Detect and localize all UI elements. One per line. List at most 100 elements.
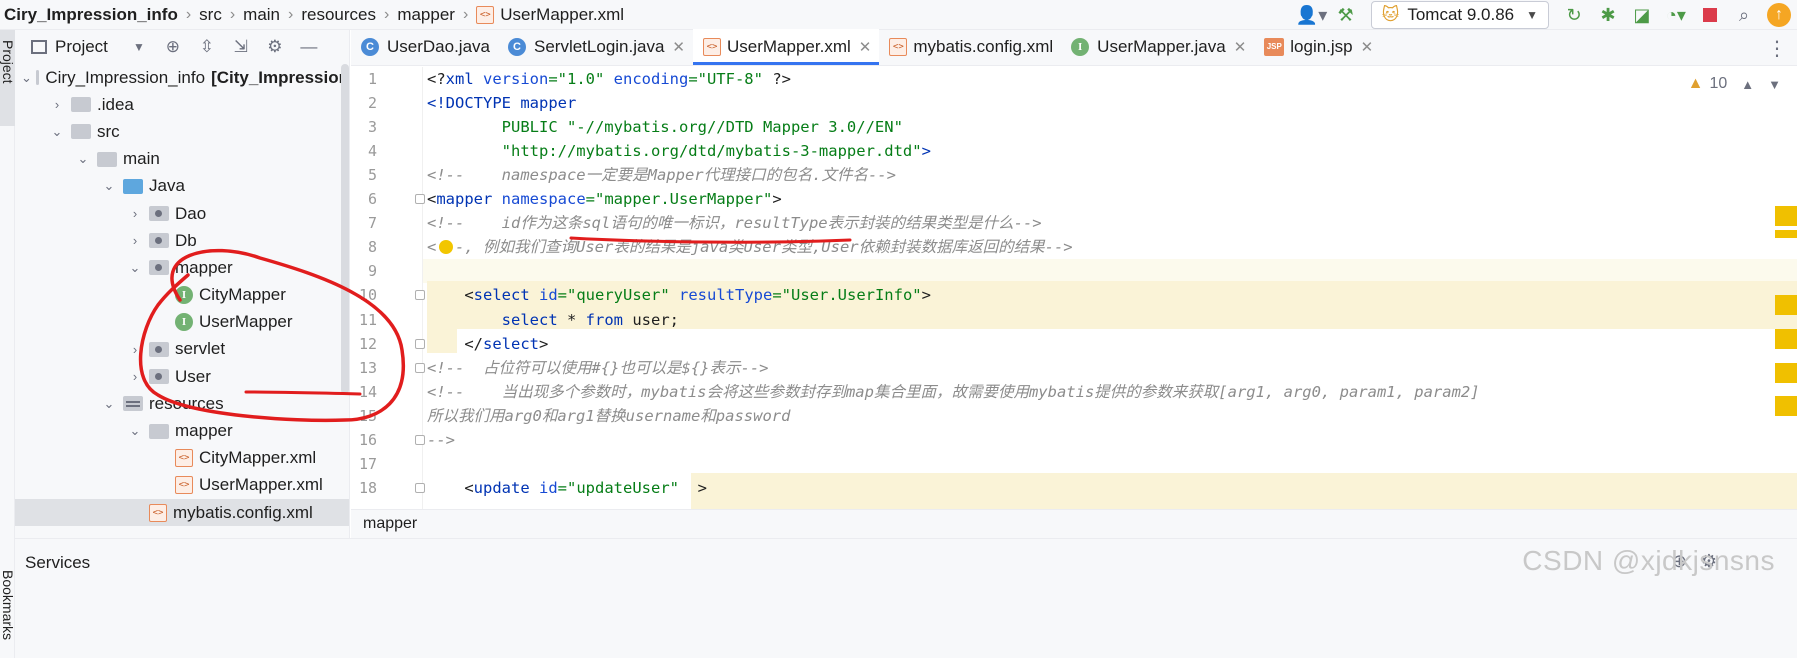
fold-toggle-icon[interactable]	[415, 338, 425, 349]
breadcrumb-mapper[interactable]: mapper	[393, 0, 463, 30]
chevron-up-icon[interactable]: ▲	[1741, 77, 1754, 92]
breadcrumb-project[interactable]: Ciry_Impression_info	[0, 0, 186, 30]
build-hammer-icon[interactable]: ⚒	[1329, 0, 1363, 30]
editor-tab[interactable]: JSP login.jsp ✕	[1254, 29, 1381, 65]
line-number: 1	[367, 70, 377, 88]
tree-item[interactable]: <> CityMapper.xml	[15, 445, 349, 472]
chevron-down-icon[interactable]: ⌄	[99, 178, 119, 194]
bookmarks-tab-label[interactable]: Bookmarks	[0, 570, 16, 640]
editor-tab[interactable]: <> mybatis.config.xml	[879, 29, 1061, 65]
editor-breadcrumb[interactable]: mapper	[351, 509, 1797, 538]
line-number: 12	[358, 334, 377, 353]
tree-item-label: .idea	[97, 94, 134, 114]
breadcrumb-resources[interactable]: resources	[297, 0, 384, 30]
locate-target-icon[interactable]: ⊕	[156, 30, 190, 64]
chevron-right-icon[interactable]: ›	[47, 97, 67, 112]
chevron-down-icon[interactable]: ⌄	[99, 396, 119, 412]
tree-item[interactable]: <> mybatis.config.xml	[15, 499, 349, 527]
tree-item[interactable]: ⌄ Java	[15, 173, 349, 200]
collapse-all-icon[interactable]: ⇲	[224, 30, 258, 64]
profile-icon[interactable]: ◔▾	[1659, 0, 1693, 30]
chevron-down-icon[interactable]: ▼	[1768, 77, 1781, 92]
line-number-gutter[interactable]: 1 2 3 4 5 6 7 8 9 10 11 12 13 14 15 16 17 18	[351, 67, 425, 509]
code-token: <!-- 占位符可以使用#{}也可以是${}表示-->	[427, 358, 769, 377]
tree-item[interactable]: › Db	[15, 227, 349, 254]
editor-tab[interactable]: C ServletLogin.java ✕	[498, 29, 693, 65]
services-label[interactable]: Services	[25, 553, 90, 573]
editor-tab[interactable]: C UserDao.java	[351, 29, 498, 65]
tree-item[interactable]: ⌄ main	[15, 146, 349, 173]
chevron-down-icon[interactable]: ⌄	[21, 70, 32, 86]
left-tool-strip: Project Bookmarks	[0, 30, 16, 658]
tree-item[interactable]: <> UserMapper.xml	[15, 472, 349, 499]
fold-toggle-icon[interactable]	[415, 434, 425, 445]
inspection-widget[interactable]: ▲ 10 ▲ ▼	[1688, 75, 1781, 93]
project-tool-window-tab[interactable]: Project	[0, 30, 16, 126]
debug-bug-icon[interactable]: ✱	[1591, 0, 1625, 30]
breadcrumb-separator-icon: ›	[288, 5, 294, 23]
tree-item[interactable]: › Dao	[15, 200, 349, 227]
editor-tab[interactable]: <> UserMapper.xml ✕	[693, 29, 880, 65]
chevron-right-icon[interactable]: ›	[125, 206, 145, 221]
tree-item[interactable]: › servlet	[15, 336, 349, 363]
close-icon[interactable]: ✕	[1234, 38, 1247, 56]
run-configuration-selector[interactable]: 🐱 Tomcat 9.0.86 ▼	[1370, 1, 1549, 29]
gear-icon[interactable]: ⚙	[258, 30, 292, 64]
rerun-icon[interactable]: ↻	[1557, 0, 1591, 30]
code-token: <	[427, 286, 474, 305]
breadcrumb-file[interactable]: <> UserMapper.xml	[472, 0, 632, 30]
stop-icon[interactable]	[1693, 0, 1727, 30]
editor-breadcrumb-label: mapper	[363, 515, 418, 532]
tree-item[interactable]: I UserMapper	[15, 309, 349, 336]
code-line: <!DOCTYPE mapper	[427, 91, 576, 115]
chevron-down-icon[interactable]: ⌄	[47, 124, 67, 140]
fold-toggle-icon[interactable]	[415, 194, 425, 205]
code-line: < -, 例如我们查询User表的结果是java类User类型,User依赖封装…	[427, 235, 1073, 259]
tree-item[interactable]: › .idea	[15, 91, 349, 118]
chevron-right-icon[interactable]: ›	[125, 233, 145, 248]
code-editor[interactable]: 1 2 3 4 5 6 7 8 9 10 11 12 13 14 15 16 17 18 <?xml versio…	[351, 67, 1797, 509]
editor-tab[interactable]: I UserMapper.java ✕	[1061, 29, 1254, 65]
minimize-icon[interactable]: —	[292, 30, 326, 64]
close-icon[interactable]: ✕	[1361, 38, 1374, 56]
code-token: ="User.UserInfo"	[772, 286, 922, 305]
close-icon[interactable]: ✕	[672, 38, 685, 56]
close-icon[interactable]: ✕	[859, 38, 872, 56]
fold-toggle-icon[interactable]	[415, 482, 425, 493]
tree-item[interactable]: ⌄ resources	[15, 390, 349, 417]
folder-icon	[71, 97, 91, 113]
source-folder-icon	[123, 178, 143, 194]
expand-all-icon[interactable]: ⇳	[190, 30, 224, 64]
scrollbar-marker	[1775, 295, 1797, 315]
tree-item[interactable]: ⌄ mapper	[15, 254, 349, 281]
editor-tab-label: mybatis.config.xml	[913, 37, 1054, 56]
search-icon[interactable]: ⌕	[1727, 0, 1761, 30]
chevron-right-icon[interactable]: ›	[125, 369, 145, 384]
run-configuration-label: Tomcat 9.0.86	[1407, 5, 1515, 24]
tree-item[interactable]: › User	[15, 363, 349, 390]
tree-item[interactable]: ⌄ mapper	[15, 417, 349, 444]
lightbulb-icon[interactable]	[439, 240, 453, 254]
breadcrumb-main[interactable]: main	[239, 0, 288, 30]
project-scrollbar[interactable]	[341, 64, 349, 394]
coverage-icon[interactable]: ◪	[1625, 0, 1659, 30]
fold-toggle-icon[interactable]	[415, 362, 425, 373]
chevron-down-icon[interactable]: ▼	[122, 30, 156, 64]
chevron-down-icon[interactable]: ⌄	[125, 260, 145, 276]
tree-item-label: src	[97, 121, 120, 141]
fold-toggle-icon[interactable]	[415, 290, 425, 301]
chevron-down-icon[interactable]: ⌄	[73, 151, 93, 167]
tree-item[interactable]: ⌄ Ciry_Impression_info [City_Impression	[15, 64, 349, 91]
update-arrow-icon[interactable]: ↑	[1767, 3, 1791, 27]
chevron-right-icon[interactable]: ›	[125, 342, 145, 357]
project-panel-title[interactable]: Project	[55, 37, 108, 57]
xml-file-icon: <>	[476, 5, 495, 24]
more-vertical-icon[interactable]: ⋮	[1767, 30, 1787, 66]
code-line: 所以我们用arg0和arg1替换username和password	[427, 404, 790, 428]
tree-item[interactable]: I CityMapper	[15, 282, 349, 309]
tree-item[interactable]: ⌄ src	[15, 118, 349, 145]
breadcrumb-src[interactable]: src	[195, 0, 230, 30]
user-icon[interactable]: 👤▾	[1295, 0, 1329, 30]
breadcrumb-label: main	[243, 4, 281, 24]
chevron-down-icon[interactable]: ⌄	[125, 423, 145, 439]
